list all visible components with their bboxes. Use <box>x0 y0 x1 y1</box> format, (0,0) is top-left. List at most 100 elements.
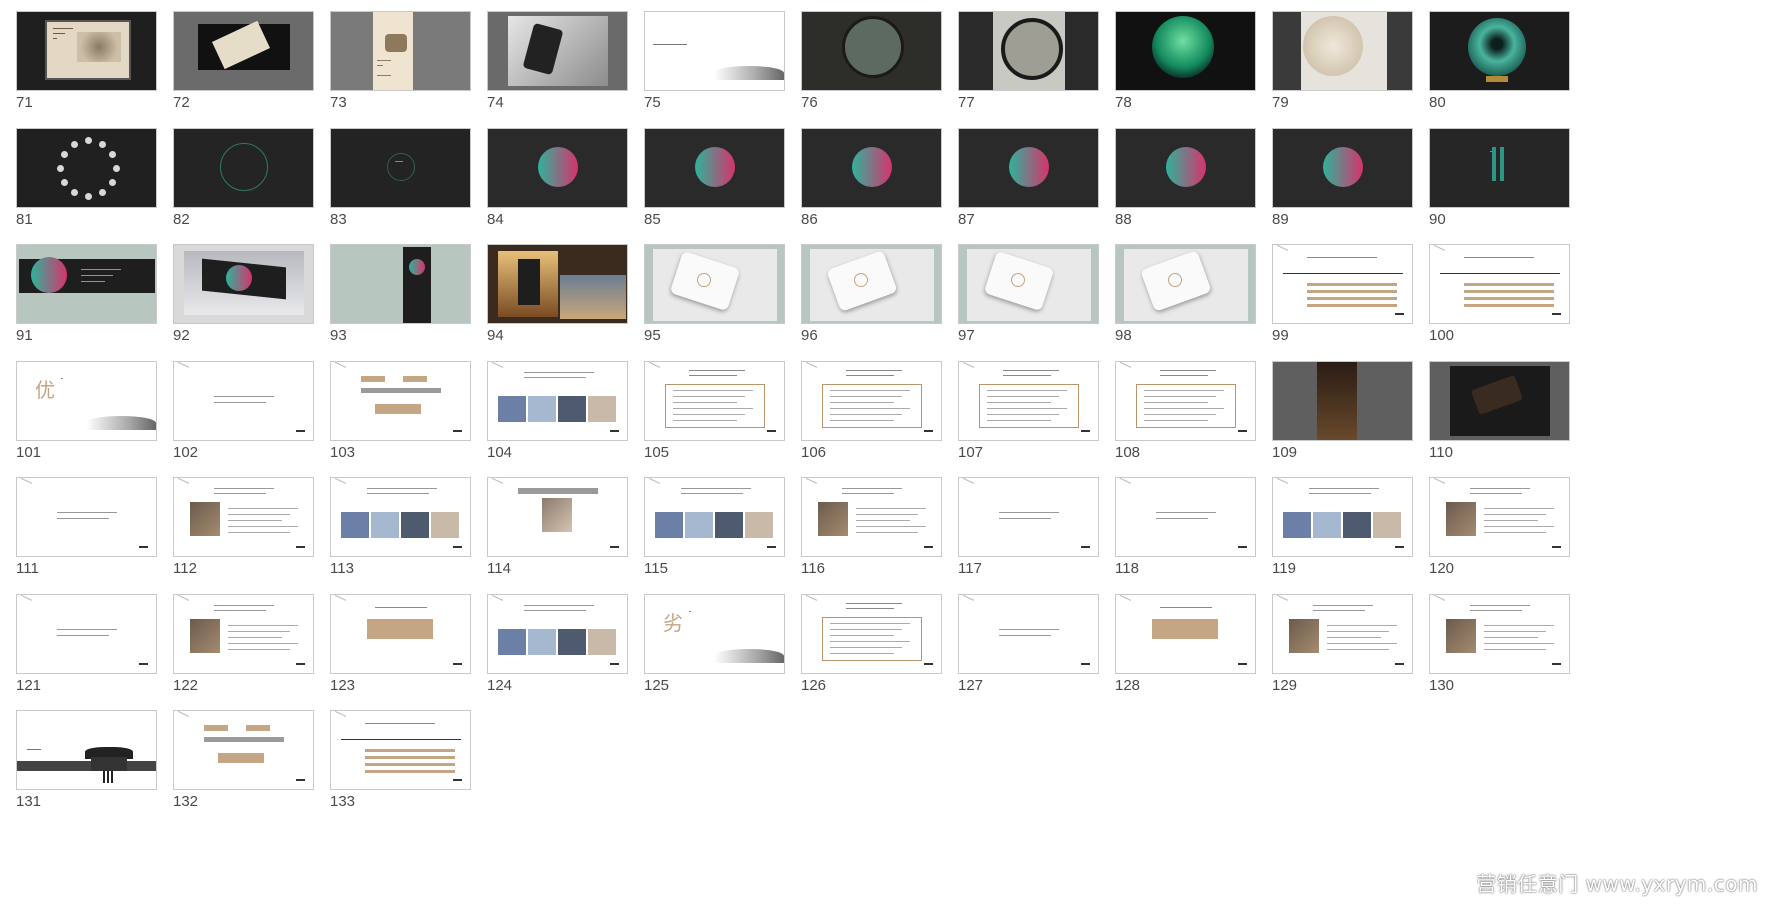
slide-thumbnail-90[interactable] <box>1429 128 1570 208</box>
slide-thumbnail-74[interactable] <box>487 11 628 91</box>
tan-box <box>403 376 427 382</box>
slide-preview <box>331 362 470 440</box>
text-line <box>1470 488 1530 489</box>
slide-preview <box>802 129 941 207</box>
slide-thumbnail-115[interactable] <box>644 477 785 557</box>
slide-thumbnail-123[interactable] <box>330 594 471 674</box>
slide-thumbnail-116[interactable] <box>801 477 942 557</box>
slide-thumbnail-84[interactable] <box>487 128 628 208</box>
text-line <box>1003 375 1051 376</box>
corner-ornament <box>488 478 504 491</box>
slide-preview <box>17 129 156 207</box>
slide-thumbnail-95[interactable] <box>644 244 785 324</box>
photo <box>745 512 773 538</box>
slide-thumbnail-103[interactable] <box>330 361 471 441</box>
slide-thumbnail-118[interactable] <box>1115 477 1256 557</box>
slide-thumbnail-86[interactable] <box>801 128 942 208</box>
slide-preview <box>1273 595 1412 673</box>
slide-thumbnail-122[interactable] <box>173 594 314 674</box>
slide-thumbnail-102[interactable] <box>173 361 314 441</box>
slide-thumbnail-129[interactable] <box>1272 594 1413 674</box>
text-line <box>214 493 266 494</box>
slide-preview <box>1116 12 1255 90</box>
slide-preview <box>1430 129 1569 207</box>
slide-thumbnail-91[interactable] <box>16 244 157 324</box>
slide-thumbnail-113[interactable] <box>330 477 471 557</box>
slide-thumbnail-78[interactable] <box>1115 11 1256 91</box>
text-line <box>1160 370 1216 371</box>
text-line <box>856 526 926 527</box>
slide-thumbnail-85[interactable] <box>644 128 785 208</box>
slide-thumbnail-107[interactable] <box>958 361 1099 441</box>
slide-thumbnail-133[interactable] <box>330 710 471 790</box>
text-line <box>1144 414 1216 415</box>
slide-thumbnail-128[interactable] <box>1115 594 1256 674</box>
slide-thumbnail-96[interactable] <box>801 244 942 324</box>
photo <box>528 629 556 655</box>
slide-thumbnail-82[interactable] <box>173 128 314 208</box>
slide-thumbnail-105[interactable] <box>644 361 785 441</box>
slide-number: 76 <box>801 94 818 111</box>
slide-thumbnail-79[interactable] <box>1272 11 1413 91</box>
slide-preview <box>488 362 627 440</box>
slide-thumbnail-108[interactable] <box>1115 361 1256 441</box>
slide-thumbnail-126[interactable] <box>801 594 942 674</box>
slide-thumbnail-92[interactable] <box>173 244 314 324</box>
slide-thumbnail-114[interactable] <box>487 477 628 557</box>
slide-thumbnail-75[interactable] <box>644 11 785 91</box>
slide-thumbnail-109[interactable] <box>1272 361 1413 441</box>
slide-thumbnail-120[interactable] <box>1429 477 1570 557</box>
slide-number: 80 <box>1429 94 1446 111</box>
corner-ornament <box>331 478 347 491</box>
slide-thumbnail-77[interactable] <box>958 11 1099 91</box>
slide-thumbnail-100[interactable] <box>1429 244 1570 324</box>
slide-thumbnail-119[interactable] <box>1272 477 1413 557</box>
slide-number: 79 <box>1272 94 1289 111</box>
slide-thumbnail-131[interactable] <box>16 710 157 790</box>
slide-thumbnail-81[interactable] <box>16 128 157 208</box>
slide-thumbnail-73[interactable] <box>330 11 471 91</box>
slide-thumbnail-71[interactable] <box>16 11 157 91</box>
slide-thumbnail-106[interactable] <box>801 361 942 441</box>
slide-thumbnail-124[interactable] <box>487 594 628 674</box>
slide-thumbnail-88[interactable] <box>1115 128 1256 208</box>
slide-thumbnail-97[interactable] <box>958 244 1099 324</box>
slide-number: 100 <box>1429 327 1455 344</box>
slide-thumbnail-80[interactable] <box>1429 11 1570 91</box>
slide-thumbnail-130[interactable] <box>1429 594 1570 674</box>
slide-thumbnail-76[interactable] <box>801 11 942 91</box>
photo <box>498 396 526 422</box>
slide-thumbnail-125[interactable]: 劣 <box>644 594 785 674</box>
slide-thumbnail-72[interactable] <box>173 11 314 91</box>
slide-number: 127 <box>958 677 984 694</box>
text-line <box>1327 643 1397 644</box>
slide-thumbnail-112[interactable] <box>173 477 314 557</box>
slide-number: 95 <box>644 327 661 344</box>
slide-thumbnail-104[interactable] <box>487 361 628 441</box>
slide-thumbnail-121[interactable] <box>16 594 157 674</box>
slide-thumbnail-132[interactable] <box>173 710 314 790</box>
text-line <box>673 402 737 403</box>
slide-number: 132 <box>173 793 199 810</box>
slide-thumbnail-87[interactable] <box>958 128 1099 208</box>
slide-thumbnail-98[interactable] <box>1115 244 1256 324</box>
corner-ornament <box>174 711 190 724</box>
slide-thumbnail-83[interactable] <box>330 128 471 208</box>
text-line <box>856 514 918 515</box>
photo <box>818 502 848 536</box>
emblem <box>854 273 868 287</box>
slide-thumbnail-93[interactable] <box>330 244 471 324</box>
slide-thumbnail-101[interactable]: 优 <box>16 361 157 441</box>
text-line <box>830 653 894 654</box>
tan-box <box>1152 619 1218 639</box>
slide-thumbnail-110[interactable] <box>1429 361 1570 441</box>
slide-thumbnail-117[interactable] <box>958 477 1099 557</box>
slide-thumbnail-111[interactable] <box>16 477 157 557</box>
slide-thumbnail-89[interactable] <box>1272 128 1413 208</box>
slide-number: 101 <box>16 444 42 461</box>
slide-thumbnail-94[interactable] <box>487 244 628 324</box>
slide-number: 75 <box>644 94 661 111</box>
text-line <box>1160 607 1212 608</box>
slide-thumbnail-127[interactable] <box>958 594 1099 674</box>
slide-thumbnail-99[interactable] <box>1272 244 1413 324</box>
